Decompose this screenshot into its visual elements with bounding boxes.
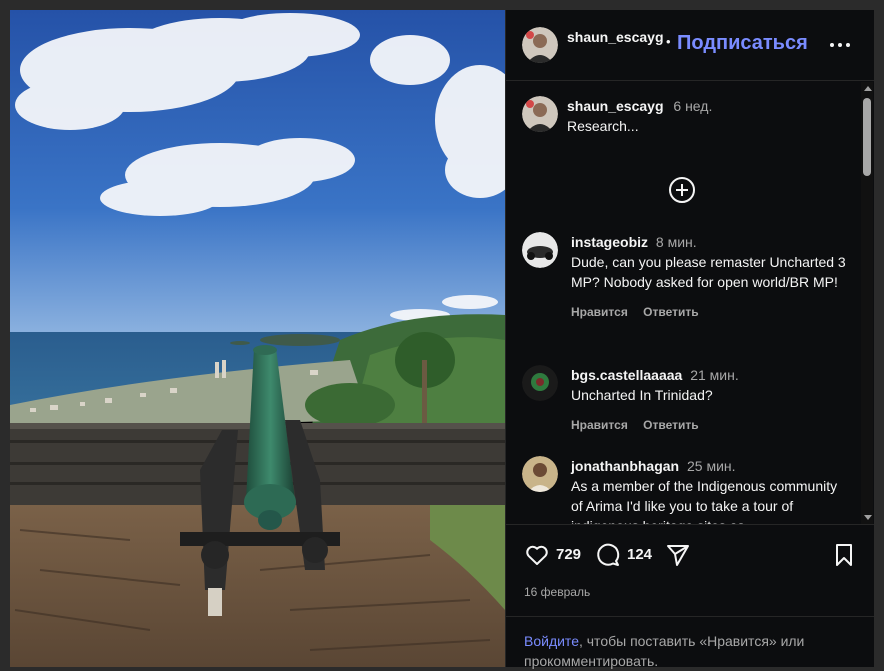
comment-bubble-icon[interactable] bbox=[595, 542, 621, 568]
comment-text: Dude, can you please remaster Uncharted … bbox=[571, 254, 846, 290]
comment-username[interactable]: bgs.castellaaaaa bbox=[571, 367, 682, 383]
login-link[interactable]: Войдите bbox=[524, 633, 579, 649]
follow-button[interactable]: Подписаться bbox=[677, 32, 808, 55]
like-count[interactable]: 729 bbox=[556, 546, 581, 563]
post-date[interactable]: 16 февраль bbox=[524, 585, 590, 599]
plus-circle-icon[interactable] bbox=[668, 176, 696, 204]
comment-username[interactable]: instageobiz bbox=[571, 234, 648, 250]
follow-separator: • bbox=[666, 34, 671, 49]
caption-username[interactable]: shaun_escayg bbox=[567, 98, 664, 114]
cannon-landscape-image bbox=[10, 10, 505, 667]
paper-plane-icon[interactable] bbox=[665, 542, 691, 568]
post-sidebar: shaun_escayg • Подписаться shaun_escayg … bbox=[505, 10, 874, 669]
caption-text: Research... bbox=[567, 118, 639, 134]
more-horizontal-icon[interactable] bbox=[828, 35, 852, 55]
heart-icon[interactable] bbox=[524, 542, 550, 568]
login-prompt: Войдите, чтобы поставить «Нравится» или … bbox=[506, 616, 874, 669]
post-actions: 729 124 16 февраль Войдите, чтобы постав… bbox=[506, 524, 874, 669]
comment-text: Uncharted In Trinidad? bbox=[571, 387, 713, 403]
scrollbar-thumb[interactable] bbox=[863, 98, 871, 176]
comment-text: As a member of the Indigenous community … bbox=[571, 478, 838, 524]
commenter-avatar[interactable] bbox=[522, 365, 558, 401]
post-modal: shaun_escayg • Подписаться shaun_escayg … bbox=[10, 10, 874, 669]
bookmark-icon[interactable] bbox=[831, 542, 857, 568]
comments-list[interactable]: shaun_escayg 6 нед. Research... instageo… bbox=[506, 82, 861, 524]
scroll-down-arrow-icon[interactable] bbox=[864, 515, 872, 520]
author-avatar[interactable] bbox=[522, 27, 558, 63]
post-photo[interactable] bbox=[10, 10, 505, 667]
comment-reply-button[interactable]: Ответить bbox=[643, 305, 698, 319]
commenter-avatar[interactable] bbox=[522, 232, 558, 268]
scroll-up-arrow-icon[interactable] bbox=[864, 86, 872, 91]
author-username[interactable]: shaun_escayg bbox=[567, 27, 667, 47]
commenter-avatar[interactable] bbox=[522, 456, 558, 492]
caption-avatar[interactable] bbox=[522, 96, 558, 132]
comment-reply-button[interactable]: Ответить bbox=[643, 418, 698, 432]
post-header: shaun_escayg • Подписаться bbox=[506, 10, 874, 81]
comment-username[interactable]: jonathanbhagan bbox=[571, 458, 679, 474]
comment-time[interactable]: 8 мин. bbox=[656, 234, 697, 250]
comment-like-button[interactable]: Нравится bbox=[571, 305, 628, 319]
comment-time[interactable]: 21 мин. bbox=[690, 367, 739, 383]
comments-scrollbar[interactable] bbox=[861, 82, 873, 524]
comment-time[interactable]: 25 мин. bbox=[687, 458, 736, 474]
comment-count[interactable]: 124 bbox=[627, 546, 652, 563]
comment-like-button[interactable]: Нравится bbox=[571, 418, 628, 432]
caption-time[interactable]: 6 нед. bbox=[673, 98, 712, 114]
